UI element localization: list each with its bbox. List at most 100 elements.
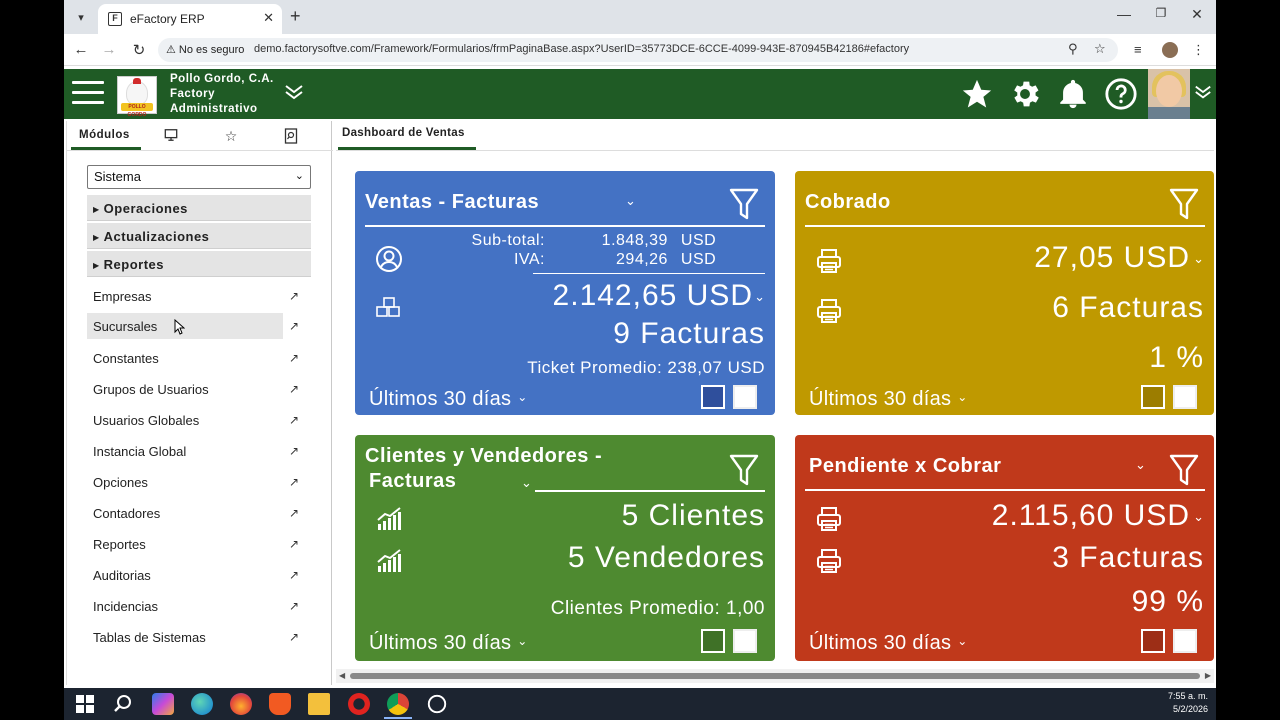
external-link-icon[interactable]: ↗: [289, 413, 303, 427]
brave-browser-icon[interactable]: [269, 693, 291, 715]
filter-icon[interactable]: [729, 187, 759, 221]
pendiente-amount-chevron-icon[interactable]: ⌄: [1193, 509, 1204, 525]
view-toggle-light[interactable]: [1173, 629, 1197, 653]
view-toggle-light[interactable]: [1173, 385, 1197, 409]
chevron-down-icon: ⌄: [957, 634, 968, 648]
external-link-icon[interactable]: ↗: [289, 351, 303, 365]
filter-icon[interactable]: [729, 453, 759, 487]
restore-button[interactable]: ❐: [1151, 6, 1171, 20]
menu-item-reportes[interactable]: Reportes: [87, 531, 283, 557]
chrome-icon[interactable]: [387, 693, 409, 715]
minimize-button[interactable]: —: [1114, 6, 1134, 22]
back-button[interactable]: ←: [72, 41, 90, 58]
external-link-icon[interactable]: ↗: [289, 319, 303, 333]
cobrado-amount-chevron-icon[interactable]: ⌄: [1193, 251, 1204, 267]
security-indicator[interactable]: ⚠ No es seguro: [166, 43, 244, 56]
clientes-title-chevron-icon[interactable]: ⌄: [521, 475, 532, 491]
browser-menu-icon[interactable]: ⋮: [1192, 42, 1205, 58]
favorites-tab-star-icon[interactable]: ☆: [222, 128, 240, 145]
view-toggle-light[interactable]: [733, 385, 757, 409]
menu-item-instancia-global[interactable]: Instancia Global: [87, 438, 283, 464]
forward-button[interactable]: →: [100, 41, 118, 58]
group-operaciones[interactable]: ▶ Operaciones: [87, 195, 311, 221]
view-toggle-dark[interactable]: [701, 629, 725, 653]
external-link-icon[interactable]: ↗: [289, 599, 303, 613]
help-question-icon[interactable]: [1104, 77, 1138, 111]
address-bar[interactable]: ⚠ No es seguro demo.factorysoftve.com/Fr…: [158, 38, 1118, 62]
menu-item-usuarios-globales[interactable]: Usuarios Globales: [87, 407, 283, 433]
external-link-icon[interactable]: ↗: [289, 444, 303, 458]
tab-search-button[interactable]: ▾: [70, 6, 92, 28]
file-explorer-icon[interactable]: [308, 693, 330, 715]
document-search-icon[interactable]: [282, 128, 300, 147]
external-link-icon[interactable]: ↗: [289, 630, 303, 644]
close-window-button[interactable]: ✕: [1187, 6, 1207, 23]
menu-item-opciones[interactable]: Opciones: [87, 469, 283, 495]
search-icon[interactable]: [112, 693, 134, 715]
recording-app-icon[interactable]: [426, 693, 448, 715]
ventas-range-dropdown[interactable]: Últimos 30 días ⌄: [369, 388, 528, 411]
settings-gear-icon[interactable]: [1008, 77, 1042, 111]
filter-icon[interactable]: [1169, 187, 1199, 221]
hamburger-menu-icon[interactable]: [72, 81, 104, 107]
external-link-icon[interactable]: ↗: [289, 568, 303, 582]
monitor-icon[interactable]: [162, 128, 180, 145]
bookmark-star-icon[interactable]: ☆: [1094, 41, 1106, 57]
notifications-bell-icon[interactable]: [1056, 77, 1090, 111]
menu-item-auditorias[interactable]: Auditorias: [87, 562, 283, 588]
tab-dashboard-ventas[interactable]: Dashboard de Ventas: [342, 127, 465, 139]
menu-item-sucursales[interactable]: Sucursales: [87, 313, 283, 339]
ventas-card: Ventas - Facturas ⌄ Sub-total: 1.848,39 …: [355, 171, 775, 415]
horizontal-scrollbar[interactable]: ◀ ▶: [336, 669, 1214, 683]
product-name: Factory: [170, 88, 216, 100]
new-tab-button[interactable]: +: [290, 6, 301, 26]
windows-start-icon[interactable]: [74, 693, 96, 715]
external-link-icon[interactable]: ↗: [289, 506, 303, 520]
view-toggle-dark[interactable]: [1141, 385, 1165, 409]
menu-item-constantes[interactable]: Constantes: [87, 345, 283, 371]
external-link-icon[interactable]: ↗: [289, 537, 303, 551]
external-link-icon[interactable]: ↗: [289, 475, 303, 489]
menu-item-tablas-sistemas[interactable]: Tablas de Sistemas: [87, 624, 283, 650]
firefox-icon[interactable]: [230, 693, 252, 715]
clientes-range-dropdown[interactable]: Últimos 30 días ⌄: [369, 632, 528, 655]
group-reportes[interactable]: ▶ Reportes: [87, 251, 311, 277]
view-toggle-light[interactable]: [733, 629, 757, 653]
ventas-title-chevron-icon[interactable]: ⌄: [625, 193, 636, 209]
external-link-icon[interactable]: ↗: [289, 382, 303, 396]
scroll-right-icon[interactable]: ▶: [1205, 671, 1211, 680]
system-clock[interactable]: 7:55 a. m. 5/2/2026: [1168, 690, 1208, 716]
zoom-icon[interactable]: ⚲: [1068, 41, 1078, 57]
menu-item-empresas[interactable]: Empresas: [87, 283, 283, 309]
cobrado-range-dropdown[interactable]: Últimos 30 días ⌄: [809, 388, 968, 411]
copilot-icon[interactable]: [152, 693, 174, 715]
tab-modules[interactable]: Módulos: [79, 129, 130, 141]
reload-button[interactable]: ↻: [130, 41, 148, 59]
menu-item-grupos-usuarios[interactable]: Grupos de Usuarios: [87, 376, 283, 402]
profile-avatar[interactable]: [1162, 42, 1178, 58]
external-link-icon[interactable]: ↗: [289, 289, 303, 303]
filter-icon[interactable]: [1169, 453, 1199, 487]
user-menu-expand-icon[interactable]: [1194, 83, 1212, 106]
ventas-total-chevron-icon[interactable]: ⌄: [754, 289, 765, 305]
company-expand-icon[interactable]: [284, 83, 304, 106]
edge-browser-icon[interactable]: [191, 693, 213, 715]
group-actualizaciones[interactable]: ▶ Actualizaciones: [87, 223, 311, 249]
favorites-star-icon[interactable]: [960, 77, 994, 111]
clock-time: 7:55 a. m.: [1167, 691, 1208, 701]
module-select[interactable]: Sistema ⌄: [87, 165, 311, 189]
menu-item-incidencias[interactable]: Incidencias: [87, 593, 283, 619]
opera-icon[interactable]: [348, 693, 370, 715]
menu-item-contadores[interactable]: Contadores: [87, 500, 283, 526]
user-avatar[interactable]: [1148, 69, 1190, 119]
view-toggle-dark[interactable]: [1141, 629, 1165, 653]
media-control-icon[interactable]: ≡: [1134, 42, 1142, 57]
scrollbar-thumb[interactable]: [350, 673, 1200, 679]
url-text[interactable]: demo.factorysoftve.com/Framework/Formula…: [254, 43, 909, 55]
pendiente-range-dropdown[interactable]: Últimos 30 días ⌄: [809, 632, 968, 655]
view-toggle-dark[interactable]: [701, 385, 725, 409]
browser-tab[interactable]: F eFactory ERP ✕: [98, 4, 282, 34]
close-tab-icon[interactable]: ✕: [263, 10, 274, 26]
scroll-left-icon[interactable]: ◀: [339, 671, 345, 680]
pendiente-title-chevron-icon[interactable]: ⌄: [1135, 457, 1146, 473]
